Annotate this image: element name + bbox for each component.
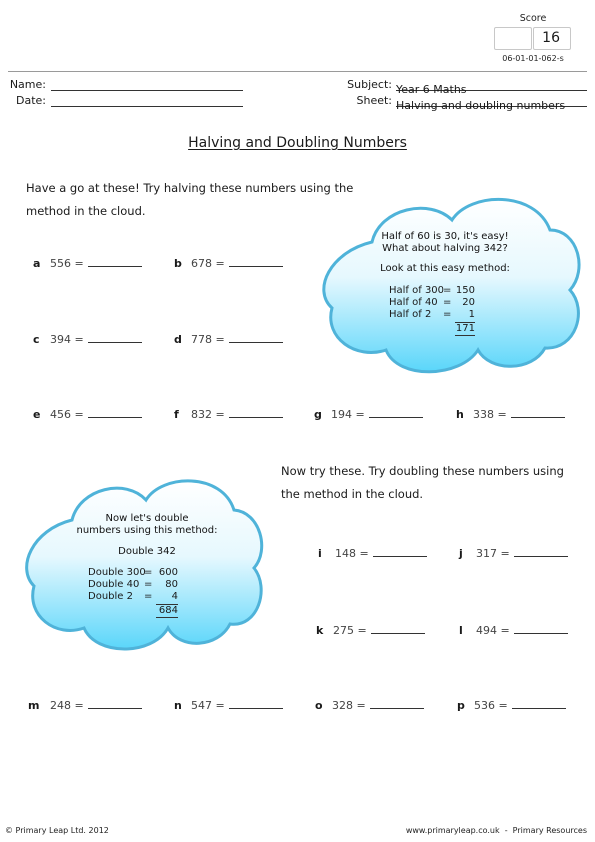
score-label: Score: [519, 13, 547, 24]
calc-row: Half of 300 = 150: [389, 285, 475, 296]
answer-blank-d[interactable]: [228, 332, 283, 343]
date-field[interactable]: [51, 94, 243, 107]
calc-total: 684: [156, 604, 178, 618]
question-n: n 547 =: [174, 698, 283, 712]
answer-blank-n[interactable]: [228, 698, 283, 709]
question-a: a 556 =: [33, 256, 142, 270]
doubling-instructions: Now try these. Try doubling these number…: [281, 464, 564, 501]
doubling-calculation: Double 300 = 600 Double 40 = 80 Double 2 = 4 6…: [88, 567, 178, 618]
name-label: Name:: [9, 78, 46, 91]
answer-blank-i[interactable]: [372, 546, 427, 557]
question-o: o 328 =: [315, 698, 424, 712]
sheet-value: Halving and doubling numbers: [396, 99, 566, 112]
calc-total-row: 684: [88, 604, 178, 618]
calc-row: Double 40 = 80: [88, 579, 178, 590]
answer-blank-p[interactable]: [511, 698, 566, 709]
score-box: 16: [494, 27, 572, 50]
question-b: b 678 =: [174, 256, 283, 270]
answer-blank-o[interactable]: [369, 698, 424, 709]
calc-total-row: 171: [389, 322, 475, 336]
halving-calculation: Half of 300 = 150 Half of 40 = 20 Half of 2 =…: [389, 285, 475, 336]
calc-row: Double 2 = 4: [88, 591, 178, 602]
question-p: p 536 =: [457, 698, 566, 712]
calc-total: 171: [455, 322, 475, 336]
question-h: h 338 =: [456, 407, 565, 421]
answer-blank-a[interactable]: [87, 256, 142, 267]
page-title: Halving and Doubling Numbers: [188, 135, 407, 151]
calc-row: Double 300 = 600: [88, 567, 178, 578]
calc-row: Half of 2 = 1: [389, 309, 475, 320]
answer-blank-m[interactable]: [87, 698, 142, 709]
footer-copyright: © Primary Leap Ltd. 2012: [5, 826, 109, 835]
doubling-cloud-target: Double 342: [118, 546, 176, 557]
doubling-cloud-intro: Now let's double numbers using this meth…: [76, 513, 218, 536]
answer-blank-k[interactable]: [370, 623, 425, 634]
footer-website[interactable]: www.primaryleap.co.uk - Primary Resource…: [406, 826, 587, 835]
score-value: 16: [542, 30, 560, 46]
question-f: f 832 =: [174, 407, 283, 421]
subject-label: Subject:: [347, 78, 392, 91]
sheet-field[interactable]: Halving and doubling numbers: [396, 94, 587, 112]
halving-cloud-method-label: Look at this easy method:: [380, 263, 510, 274]
question-i: i 148 =: [318, 546, 427, 560]
answer-blank-c[interactable]: [87, 332, 142, 343]
halving-instructions: Have a go at these! Try halving these nu…: [26, 181, 354, 218]
answer-blank-j[interactable]: [513, 546, 568, 557]
subject-field[interactable]: Year 6 Maths: [396, 78, 587, 96]
answer-blank-e[interactable]: [87, 407, 142, 418]
question-m: m 248 =: [28, 698, 142, 712]
doubling-cloud: [25, 479, 264, 651]
date-label: Date:: [16, 94, 46, 107]
name-field[interactable]: [51, 78, 243, 91]
question-e: e 456 =: [33, 407, 142, 421]
calc-row: Half of 40 = 20: [389, 297, 475, 308]
answer-blank-h[interactable]: [510, 407, 565, 418]
sheet-code: 06-01-01-062-s: [502, 54, 564, 63]
sheet-label: Sheet:: [356, 94, 392, 107]
cloud-shape: [25, 479, 264, 651]
score-value-cell: 16: [533, 27, 571, 50]
answer-blank-g[interactable]: [368, 407, 423, 418]
answer-blank-f[interactable]: [228, 407, 283, 418]
halving-cloud-intro: Half of 60 is 30, it's easy! What about …: [381, 231, 509, 254]
score-empty-cell[interactable]: [494, 27, 532, 50]
question-k: k 275 =: [316, 623, 425, 637]
answer-blank-b[interactable]: [228, 256, 283, 267]
question-l: l 494 =: [459, 623, 568, 637]
header-divider: [8, 71, 587, 72]
question-c: c 394 =: [33, 332, 142, 346]
question-g: g 194 =: [314, 407, 423, 421]
answer-blank-l[interactable]: [513, 623, 568, 634]
question-d: d 778 =: [174, 332, 283, 346]
question-j: j 317 =: [459, 546, 568, 560]
